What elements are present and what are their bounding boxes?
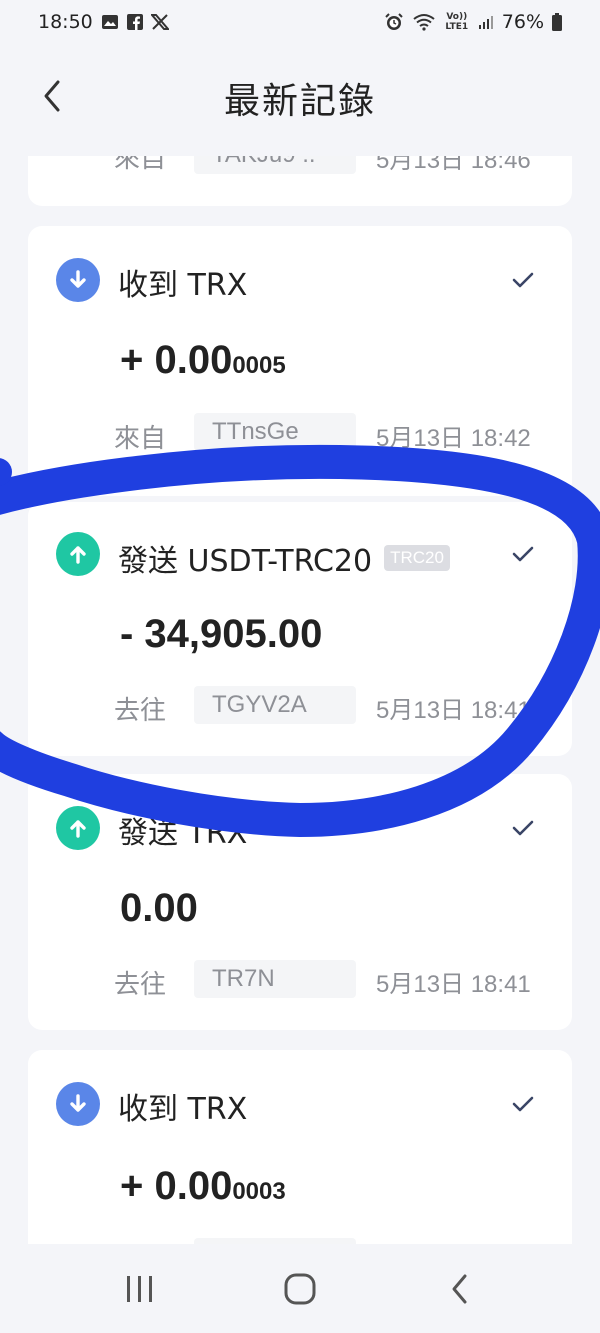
status-bar: 18:50 Vo)) LTE1 76% — [0, 0, 600, 44]
battery-icon — [552, 13, 562, 31]
status-time: 18:50 — [38, 11, 93, 33]
tx-amount-main: 0.00 — [120, 886, 198, 930]
tx-direction-label: 來自 — [114, 424, 167, 454]
wifi-icon — [412, 13, 436, 31]
tx-amount: 0.00 — [120, 886, 198, 931]
page-title: 最新記錄 — [223, 81, 376, 122]
tx-time: 5月13日 18:46 — [376, 156, 531, 174]
lte-icon: Vo)) LTE1 — [445, 12, 469, 32]
tx-amount: + 0.000003 — [120, 1164, 286, 1209]
transaction-card[interactable]: 來自 TAKJu9 .. 5月13日 18:46 — [28, 156, 572, 206]
tx-direction-label: 來自 — [114, 156, 167, 174]
back-button[interactable] — [32, 76, 72, 116]
tx-direction-label: 去往 — [114, 696, 167, 726]
page-header: 最新記錄 — [0, 58, 600, 138]
tx-amount-main: + 0.00 — [120, 1164, 233, 1208]
nav-back-button[interactable] — [430, 1259, 490, 1319]
tx-title: 發送 TRX — [118, 808, 247, 852]
system-nav-bar — [0, 1244, 600, 1333]
tx-title: 發送 USDT-TRC20 TRC20 — [118, 536, 450, 580]
home-button[interactable] — [270, 1259, 330, 1319]
tx-address[interactable]: TTnsGe — [194, 413, 356, 451]
tx-title-text: 收到 TRX — [118, 1092, 248, 1127]
tx-title-text: 發送 USDT-TRC20 — [118, 544, 373, 579]
chevron-left-icon — [44, 80, 60, 112]
receive-icon — [56, 1082, 100, 1126]
home-icon — [284, 1273, 316, 1304]
tx-address[interactable]: TGYV2A — [194, 686, 356, 724]
check-icon — [512, 546, 534, 562]
token-standard-badge: TRC20 — [384, 545, 450, 571]
tx-time: 5月13日 18:42 — [376, 425, 531, 452]
signal-icon — [478, 14, 494, 30]
recents-icon — [127, 1275, 152, 1302]
tx-amount-fraction: 0003 — [232, 1178, 286, 1205]
transaction-card[interactable]: 發送 USDT-TRC20 TRC20 - 34,905.00 去往 TGYV2… — [28, 502, 572, 756]
transaction-card[interactable]: 收到 TRX + 0.000005 來自 TTnsGe 5月13日 18:42 — [28, 226, 572, 496]
transaction-card[interactable]: 收到 TRX + 0.000003 — [28, 1050, 572, 1244]
check-icon — [512, 1096, 534, 1112]
tx-amount-main: - 34,905.00 — [120, 612, 323, 656]
send-icon — [56, 806, 100, 850]
tx-title-text: 發送 TRX — [118, 816, 248, 851]
battery-percentage: 76% — [501, 11, 544, 33]
transaction-card[interactable]: 發送 TRX 0.00 去往 TR7N 5月13日 18:41 — [28, 774, 572, 1030]
tx-title: 收到 TRX — [118, 1084, 247, 1128]
check-icon — [512, 272, 534, 288]
check-icon — [512, 820, 534, 836]
tx-amount-main: + 0.00 — [120, 338, 233, 382]
back-icon — [452, 1274, 467, 1303]
gallery-icon — [101, 14, 119, 30]
send-icon — [56, 532, 100, 576]
tx-amount-fraction: 0005 — [232, 352, 286, 379]
facebook-icon — [126, 14, 143, 30]
tx-address[interactable]: TAKJu9 .. — [194, 156, 356, 174]
tx-time: 5月13日 18:41 — [376, 971, 531, 998]
alarm-icon — [384, 12, 404, 32]
tx-direction-label: 去往 — [114, 970, 167, 1000]
status-right: Vo)) LTE1 76% — [384, 11, 562, 33]
x-icon — [150, 14, 169, 30]
tx-amount: - 34,905.00 — [120, 612, 322, 657]
recents-button[interactable] — [110, 1259, 170, 1319]
status-left: 18:50 — [38, 11, 169, 33]
tx-address[interactable]: TR7N — [194, 960, 356, 998]
tx-title: 收到 TRX — [118, 260, 247, 304]
tx-title-text: 收到 TRX — [118, 268, 248, 303]
receive-icon — [56, 258, 100, 302]
tx-amount: + 0.000005 — [120, 338, 286, 383]
transaction-list[interactable]: 來自 TAKJu9 .. 5月13日 18:46 收到 TRX + 0.0000… — [0, 156, 600, 1244]
tx-time: 5月13日 18:41 — [376, 697, 531, 724]
